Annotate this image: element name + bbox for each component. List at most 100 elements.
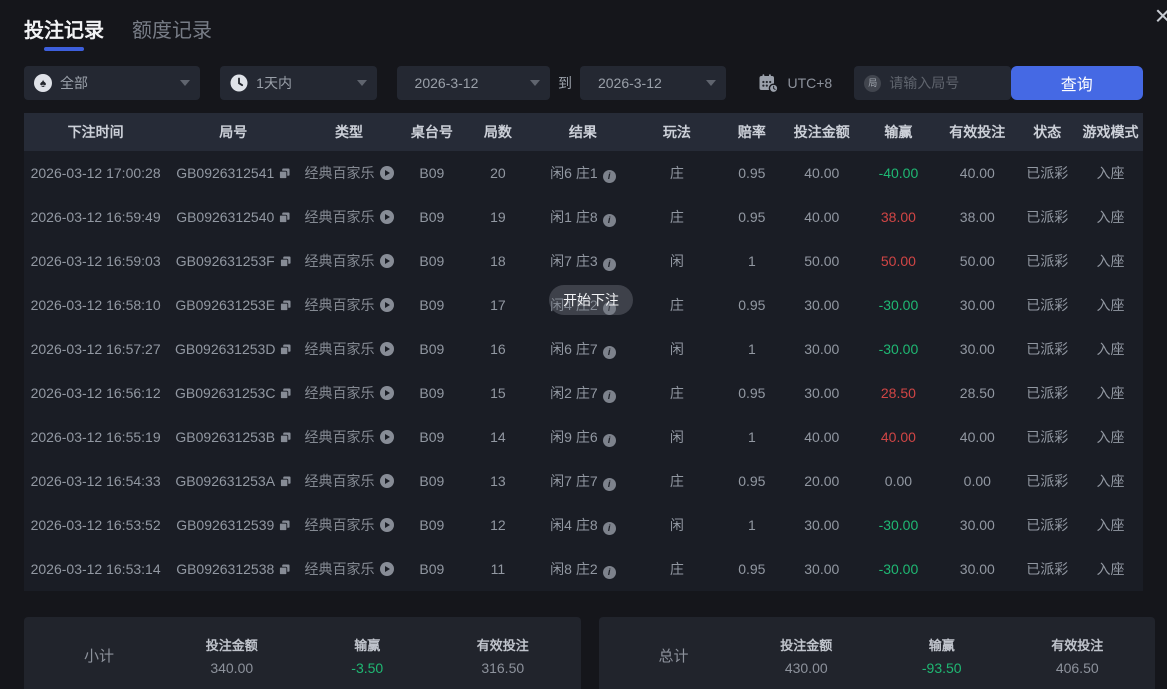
copy-icon[interactable] — [280, 476, 291, 487]
copy-icon[interactable] — [280, 388, 291, 399]
to-label: 到 — [557, 75, 572, 91]
info-icon[interactable]: i — [602, 566, 616, 579]
result-cell: 闲1 庄8 i — [531, 195, 635, 239]
bet-amount-cell: 40.00 — [804, 209, 840, 225]
bet-amount-cell: 30.00 — [804, 385, 840, 401]
tab-quota-records[interactable]: 额度记录 — [132, 14, 212, 55]
status-cell: 已派彩 — [1026, 385, 1069, 401]
copy-icon[interactable] — [279, 564, 290, 575]
copy-icon[interactable] — [280, 344, 291, 355]
table-row[interactable]: 2026-03-12 16:59:49 GB0926312540 经典百家乐 B… — [24, 195, 1143, 239]
info-icon[interactable]: i — [602, 214, 616, 227]
table-no-cell: B09 — [419, 385, 445, 401]
close-icon[interactable]: × — [1155, 2, 1167, 30]
round-no-cell: 15 — [490, 385, 506, 401]
round-id-text: GB092631253E — [175, 297, 276, 313]
table-row[interactable]: 2026-03-12 16:54:33 GB092631253A 经典百家乐 B… — [24, 459, 1143, 503]
odds-cell: 1 — [747, 429, 756, 445]
query-button[interactable]: 查询 — [1010, 66, 1144, 100]
game-mode-cell: 入座 — [1096, 561, 1125, 577]
play-video-icon[interactable] — [379, 518, 394, 532]
round-no-cell: 19 — [490, 209, 506, 225]
date-to-select[interactable]: 2026-3-12 — [579, 66, 727, 100]
play-video-icon[interactable] — [379, 166, 394, 180]
play-video-icon[interactable] — [379, 386, 394, 400]
info-icon[interactable]: i — [602, 346, 616, 359]
stat-label: 有效投注 — [1051, 637, 1104, 653]
round-search-box[interactable]: 局 — [854, 66, 1011, 100]
bet-amount-cell: 30.00 — [804, 341, 840, 357]
stat-label: 投注金额 — [780, 637, 833, 653]
copy-icon[interactable] — [279, 168, 290, 179]
info-icon[interactable]: i — [602, 434, 616, 447]
table-row[interactable]: 2026-03-12 16:53:14 GB0926312538 经典百家乐 B… — [24, 547, 1143, 591]
stat-label: 有效投注 — [476, 637, 529, 653]
table-row[interactable]: 2026-03-12 16:59:03 GB092631253F 经典百家乐 B… — [24, 239, 1143, 283]
game-mode-cell: 入座 — [1096, 473, 1125, 489]
round-id-text: GB0926312539 — [176, 517, 275, 533]
copy-icon[interactable] — [279, 256, 291, 267]
betting-records-dialog: × 投注记录 额度记录 ♠ 全部 1天内 2026-3-12 到 2026-3-… — [0, 0, 1167, 689]
stat-value: -3.50 — [351, 659, 384, 676]
column-header: 桌台号 — [410, 124, 453, 140]
stat-value: -93.50 — [921, 659, 962, 676]
status-cell: 已派彩 — [1026, 473, 1069, 489]
play-video-icon[interactable] — [379, 342, 394, 356]
play-video-icon[interactable] — [379, 562, 394, 576]
round-no-cell: 16 — [490, 341, 506, 357]
table-row[interactable]: 2026-03-12 16:57:27 GB092631253D 经典百家乐 B… — [24, 327, 1143, 371]
round-id-text: GB0926312540 — [176, 209, 275, 225]
time-range-value: 1天内 — [256, 75, 292, 91]
info-icon[interactable]: i — [602, 390, 616, 403]
bet-time-cell: 2026-03-12 16:56:12 — [30, 385, 161, 401]
column-header: 下注时间 — [67, 124, 124, 140]
copy-icon[interactable] — [280, 432, 291, 443]
info-icon[interactable]: i — [602, 170, 616, 183]
game-type-value: 全部 — [60, 75, 88, 91]
bet-amount-cell: 30.00 — [804, 561, 840, 577]
odds-cell: 0.95 — [738, 209, 766, 225]
round-id-text: GB0926312541 — [176, 165, 275, 181]
game-mode-cell: 入座 — [1096, 517, 1125, 533]
copy-icon[interactable] — [280, 300, 291, 311]
bet-type-cell: 闲 — [669, 341, 684, 357]
play-video-icon[interactable] — [379, 430, 394, 444]
game-type-text: 经典百家乐 — [304, 165, 375, 181]
filter-bar: ♠ 全部 1天内 2026-3-12 到 2026-3-12 UTC+8 局 请… — [0, 55, 1167, 101]
subtotal-bet-amount: 投注金额 340.00 — [164, 635, 300, 676]
info-icon[interactable]: i — [602, 478, 616, 491]
play-video-icon[interactable] — [379, 474, 394, 488]
column-header: 局号 — [219, 124, 248, 140]
round-no-cell: 12 — [490, 517, 506, 533]
stat-label: 输赢 — [928, 637, 955, 653]
valid-bet-cell: 30.00 — [959, 297, 995, 313]
table-row[interactable]: 2026-03-12 16:55:19 GB092631253B 经典百家乐 B… — [24, 415, 1143, 459]
game-mode-cell: 入座 — [1096, 429, 1125, 445]
date-from-select[interactable]: 2026-3-12 — [396, 66, 550, 100]
chevron-down-icon — [529, 80, 540, 86]
play-video-icon[interactable] — [379, 210, 394, 224]
play-video-icon[interactable] — [379, 254, 394, 268]
stat-value: 430.00 — [784, 659, 828, 676]
play-video-icon[interactable] — [379, 298, 394, 312]
table-row[interactable]: 2026-03-12 17:00:28 GB0926312541 经典百家乐 B… — [24, 151, 1143, 195]
table-row[interactable]: 2026-03-12 16:56:12 GB092631253C 经典百家乐 B… — [24, 371, 1143, 415]
date-to-value: 2026-3-12 — [597, 75, 662, 91]
winloss-cell: -30.00 — [859, 327, 938, 371]
game-type-select[interactable]: ♠ 全部 — [24, 66, 201, 100]
copy-icon[interactable] — [279, 212, 290, 223]
table-no-cell: B09 — [419, 165, 445, 181]
tab-label: 额度记录 — [132, 20, 212, 42]
tab-betting-records[interactable]: 投注记录 — [24, 14, 104, 55]
round-search-input[interactable] — [889, 75, 1000, 91]
info-icon[interactable]: i — [602, 522, 616, 535]
copy-icon[interactable] — [279, 520, 290, 531]
table-row[interactable]: 2026-03-12 16:53:52 GB0926312539 经典百家乐 B… — [24, 503, 1143, 547]
stat-value: 316.50 — [481, 659, 525, 676]
chevron-down-icon — [356, 80, 367, 86]
column-header: 有效投注 — [949, 124, 1006, 140]
winloss-value: -30.00 — [878, 517, 919, 533]
game-type-text: 经典百家乐 — [304, 385, 375, 401]
info-icon[interactable]: i — [602, 258, 616, 271]
time-range-select[interactable]: 1天内 — [220, 66, 377, 100]
